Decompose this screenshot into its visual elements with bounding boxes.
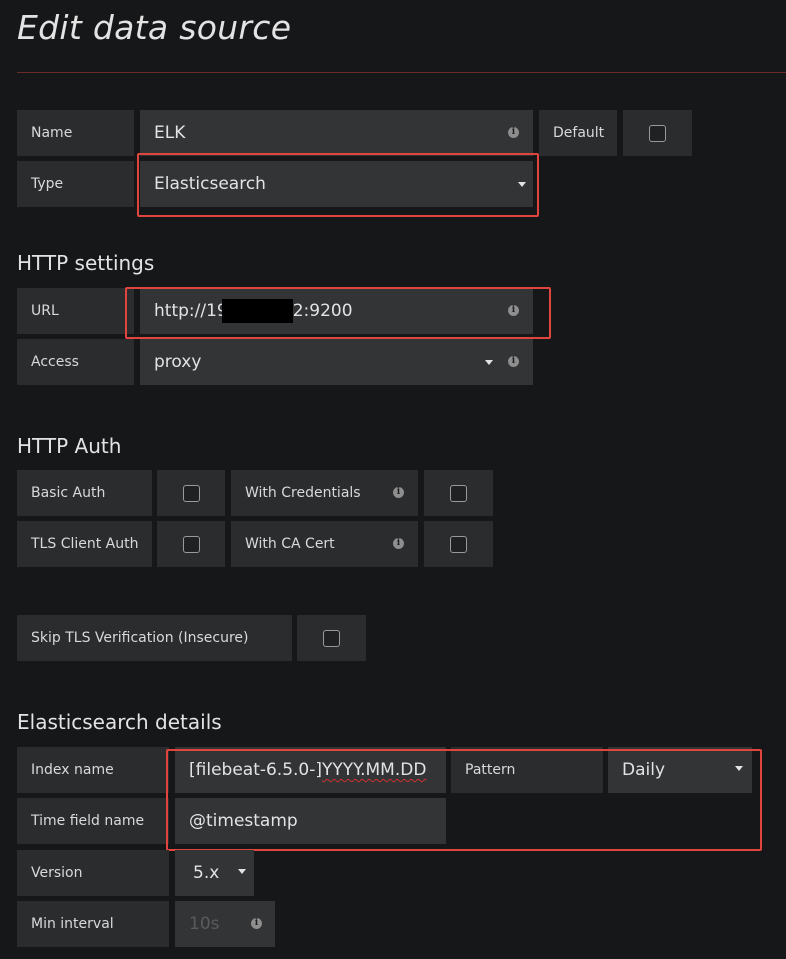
type-select[interactable]: Elasticsearch — [140, 161, 533, 207]
basic-auth-checkbox-wrapper[interactable] — [157, 470, 225, 516]
tls-client-auth-checkbox[interactable] — [182, 535, 200, 553]
caret-down-icon — [238, 869, 246, 874]
url-label: URL — [17, 288, 134, 334]
info-icon[interactable]: i — [393, 538, 404, 549]
index-name-input[interactable]: [filebeat-6.5.0-] YYYY.MM.DD — [175, 747, 446, 793]
name-value: ELK — [154, 123, 186, 143]
info-icon[interactable]: i — [508, 305, 519, 316]
with-credentials-checkbox-wrapper[interactable] — [424, 470, 493, 516]
http-settings-heading: HTTP settings — [17, 251, 155, 275]
http-auth-heading: HTTP Auth — [17, 434, 122, 458]
time-field-label: Time field name — [17, 798, 169, 844]
pattern-label: Pattern — [451, 747, 603, 793]
version-select[interactable]: 5.x — [175, 850, 254, 896]
info-icon[interactable]: i — [508, 356, 519, 367]
default-checkbox-wrapper[interactable] — [623, 110, 692, 156]
min-interval-placeholder: 10s — [189, 914, 220, 934]
with-ca-cert-checkbox-wrapper[interactable] — [424, 521, 493, 567]
caret-down-icon — [735, 766, 743, 771]
title-divider — [17, 72, 786, 73]
access-value: proxy — [154, 352, 202, 372]
url-suffix: 2:9200 — [292, 301, 353, 321]
min-interval-input[interactable]: 10s i — [175, 901, 275, 947]
version-value: 5.x — [193, 863, 220, 883]
info-icon[interactable]: i — [251, 918, 262, 929]
time-field-input[interactable]: @timestamp — [175, 798, 446, 844]
page-title: Edit data source — [17, 8, 292, 47]
caret-down-icon — [518, 182, 526, 187]
default-checkbox[interactable] — [649, 124, 666, 142]
with-credentials-text: With Credentials — [245, 485, 361, 501]
access-select[interactable]: proxy i — [140, 339, 533, 385]
access-label: Access — [17, 339, 134, 385]
elasticsearch-details-heading: Elasticsearch details — [17, 710, 222, 734]
type-value: Elasticsearch — [154, 174, 266, 194]
with-ca-cert-text: With CA Cert — [245, 536, 335, 552]
index-name-prefix: [filebeat-6.5.0-] — [189, 760, 323, 780]
with-ca-cert-label: With CA Cert i — [231, 521, 418, 567]
skip-tls-label: Skip TLS Verification (Insecure) — [17, 615, 292, 661]
default-label: Default — [539, 110, 617, 156]
redacted-block — [221, 299, 293, 323]
version-label: Version — [17, 850, 169, 896]
skip-tls-checkbox[interactable] — [323, 629, 340, 647]
caret-down-icon — [485, 360, 493, 365]
with-ca-cert-checkbox[interactable] — [450, 535, 467, 553]
index-name-suffix: YYYY.MM.DD — [322, 760, 427, 780]
name-label: Name — [17, 110, 134, 156]
min-interval-label: Min interval — [17, 901, 169, 947]
name-input[interactable]: ELK i — [140, 110, 533, 156]
pattern-value: Daily — [622, 760, 666, 780]
type-label: Type — [17, 161, 134, 207]
index-name-label: Index name — [17, 747, 169, 793]
info-icon[interactable]: i — [508, 127, 519, 138]
skip-tls-checkbox-wrapper[interactable] — [297, 615, 366, 661]
info-icon[interactable]: i — [393, 487, 404, 498]
time-field-value: @timestamp — [189, 811, 298, 831]
url-prefix: http://19 — [154, 301, 228, 321]
pattern-select[interactable]: Daily — [608, 747, 752, 793]
url-input[interactable]: http://19 2:9200 i — [140, 288, 533, 334]
with-credentials-label: With Credentials i — [231, 470, 418, 516]
tls-client-auth-checkbox-wrapper[interactable] — [157, 521, 225, 567]
with-credentials-checkbox[interactable] — [450, 484, 467, 502]
basic-auth-checkbox[interactable] — [182, 484, 200, 502]
tls-client-auth-label: TLS Client Auth — [17, 521, 152, 567]
basic-auth-label: Basic Auth — [17, 470, 152, 516]
